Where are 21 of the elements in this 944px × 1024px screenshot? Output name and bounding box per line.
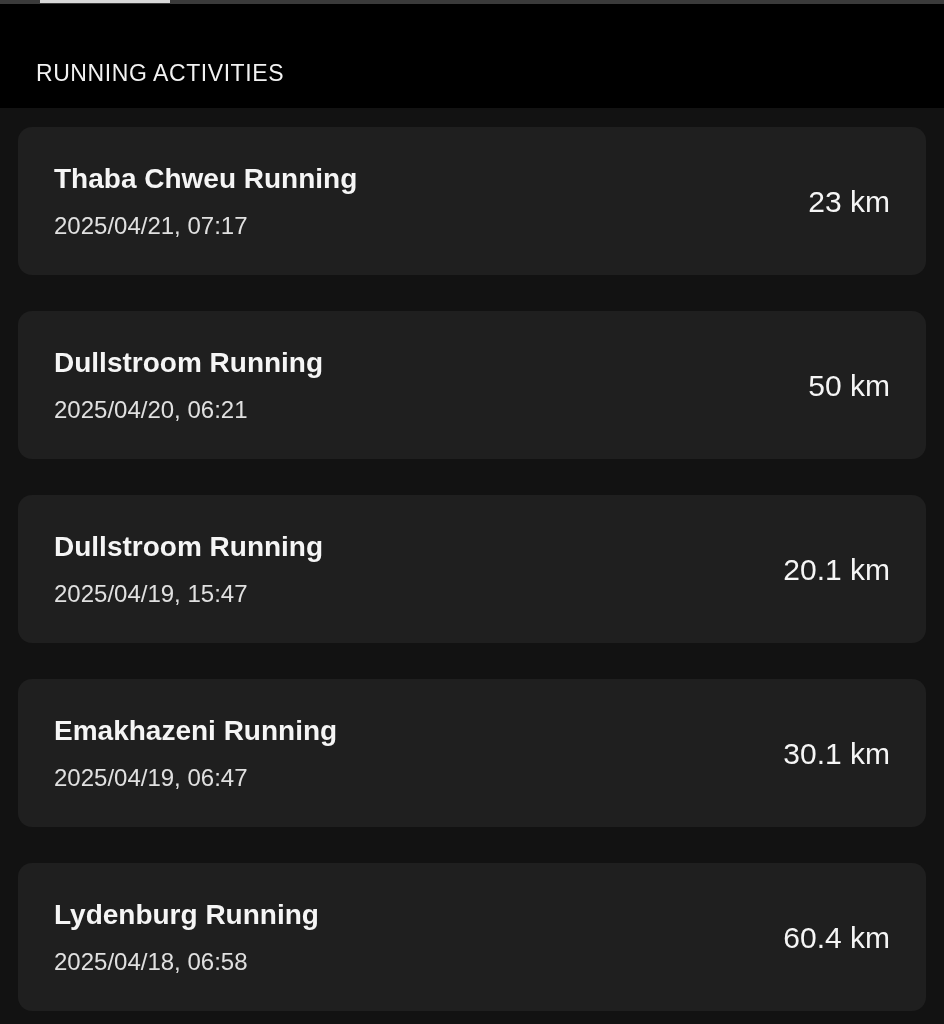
activity-card[interactable]: Emakhazeni Running 2025/04/19, 06:47 30.1 km <box>18 679 926 827</box>
activity-distance: 30.1 km <box>783 735 890 772</box>
activity-name: Thaba Chweu Running <box>54 162 358 196</box>
activity-date: 2025/04/21, 07:17 <box>54 211 249 241</box>
activity-distance: 60.4 km <box>783 919 890 956</box>
activity-distance: 20.1 km <box>783 551 890 588</box>
section-title: RUNNING ACTIVITIES <box>36 58 285 88</box>
activity-distance: 23 km <box>808 183 890 220</box>
activity-card[interactable]: Dullstroom Running 2025/04/20, 06:21 50 km <box>18 311 926 459</box>
activity-card[interactable]: Thaba Chweu Running 2025/04/21, 07:17 23 km <box>18 127 926 275</box>
activity-date: 2025/04/18, 06:58 <box>54 947 249 977</box>
activity-name: Dullstroom Running <box>54 346 324 380</box>
activity-name: Dullstroom Running <box>54 530 324 564</box>
activity-date: 2025/04/19, 15:47 <box>54 579 249 609</box>
activity-card[interactable]: Dullstroom Running 2025/04/19, 15:47 20.1 km <box>18 495 926 643</box>
activity-date: 2025/04/20, 06:21 <box>54 395 249 425</box>
activity-name: Lydenburg Running <box>54 898 319 932</box>
activity-date: 2025/04/19, 06:47 <box>54 763 249 793</box>
activity-name: Emakhazeni Running <box>54 714 338 748</box>
activity-distance: 50 km <box>808 367 890 404</box>
activity-card[interactable]: Lydenburg Running 2025/04/18, 06:58 60.4 km <box>18 863 926 1011</box>
